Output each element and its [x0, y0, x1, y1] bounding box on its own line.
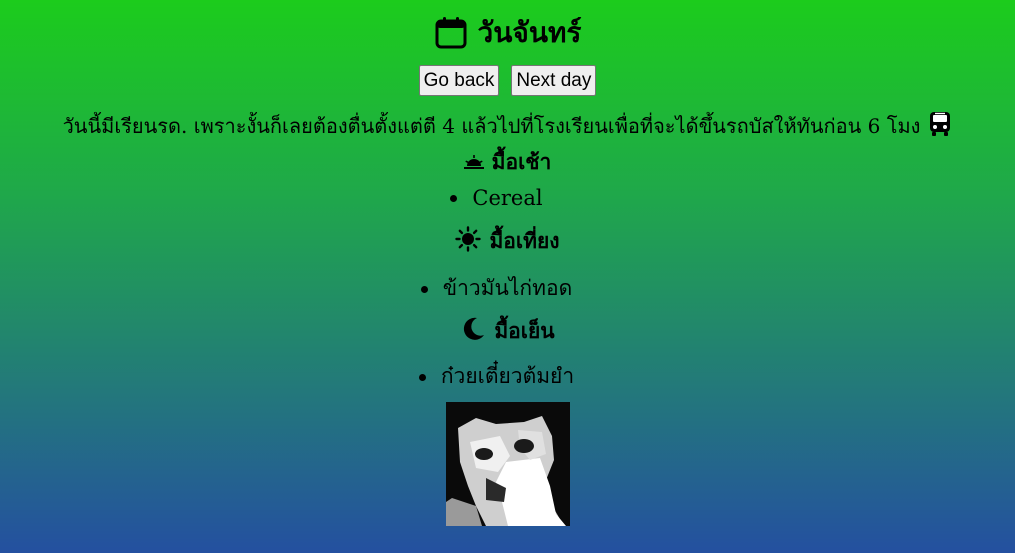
lunch-list: ข้าวมันไก่ทอด: [0, 272, 1015, 302]
sun-icon: [455, 225, 482, 257]
dinner-item: ก๋วยเตี๋ยวต้มยำ: [418, 360, 574, 393]
dinner-list: ก๋วยเตี๋ยวต้มยำ: [0, 360, 1015, 390]
breakfast-item: Cereal: [450, 186, 543, 210]
dinner-heading-text: มื้อเย็น: [494, 317, 555, 343]
sunrise-icon: [463, 150, 484, 175]
lunch-item: ข้าวมันไก่ทอด: [420, 272, 572, 305]
lunch-heading: มื้อเที่ยง: [0, 225, 1015, 257]
breakfast-list: Cereal: [0, 186, 1015, 214]
moon-icon: [460, 316, 486, 347]
dinner-heading: มื้อเย็น: [0, 316, 1015, 346]
calendar-icon: [434, 17, 468, 49]
day-description: วันนี้มีเรียนรด. เพราะงั้นก็เลยต้องตื่นต…: [0, 110, 1015, 142]
day-description-text: วันนี้มีเรียนรด. เพราะงั้นก็เลยต้องตื่นต…: [62, 114, 921, 138]
day-navigation: Go back Next day: [0, 65, 1015, 96]
lunch-heading-text: มื้อเที่ยง: [489, 227, 560, 253]
breakfast-heading-text: มื้อเช้า: [491, 148, 552, 174]
cat-photo: [445, 402, 570, 526]
page-title: วันจันทร์: [0, 0, 1015, 53]
next-day-button[interactable]: Next day: [511, 65, 597, 96]
go-back-button[interactable]: Go back: [418, 65, 500, 96]
page-title-text: วันจันทร์: [477, 16, 582, 49]
breakfast-heading: มื้อเช้า: [0, 148, 1015, 176]
bus-icon: [928, 111, 952, 142]
